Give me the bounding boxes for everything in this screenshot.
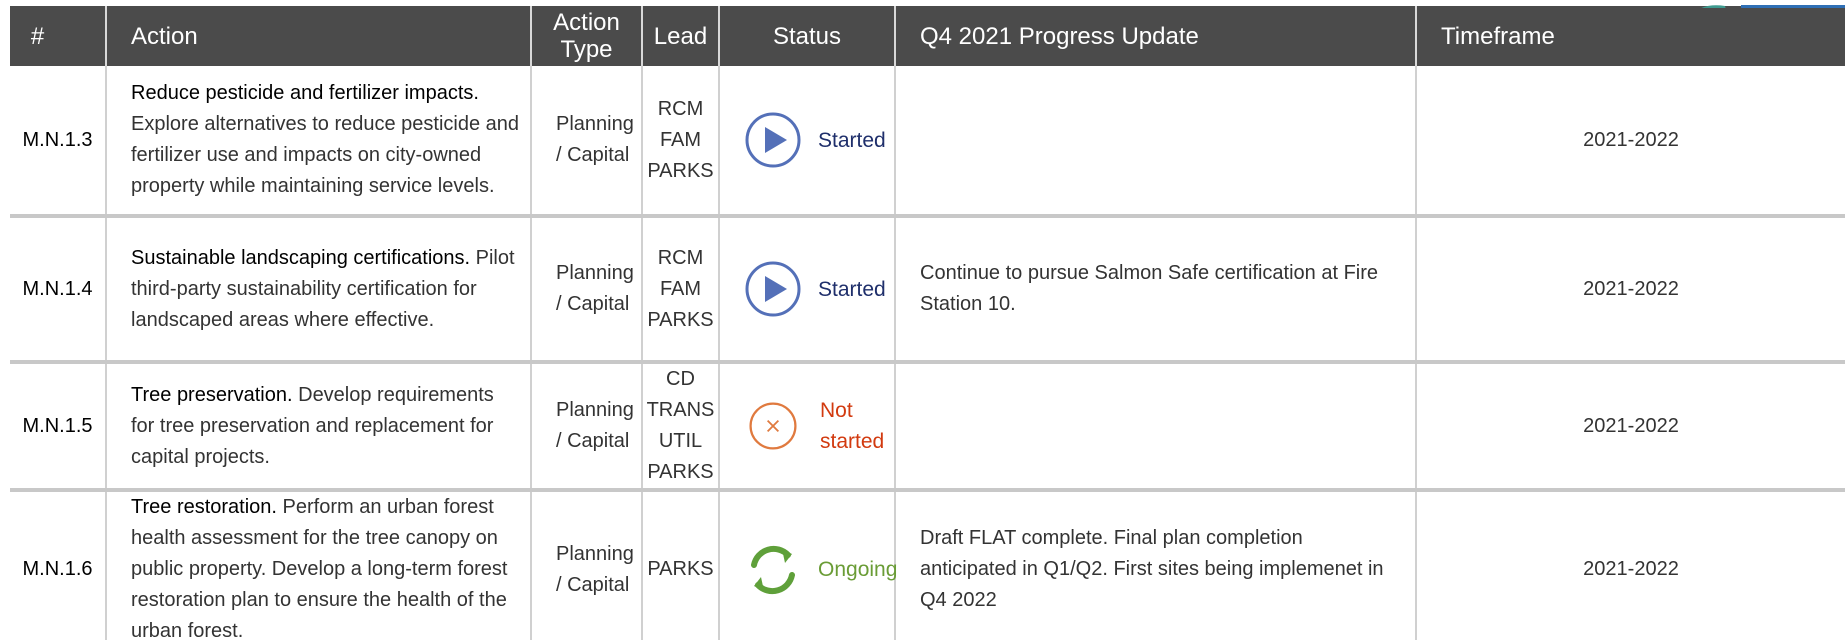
- table-row: M.N.1.6 Tree restoration. Perform an urb…: [10, 490, 1845, 640]
- progress-update: [895, 362, 1417, 492]
- col-header-number: #: [10, 6, 107, 66]
- action-number: M.N.1.4: [10, 216, 107, 364]
- cycle-arrows-icon: [751, 545, 795, 594]
- action-title: Tree preservation.: [131, 383, 293, 406]
- status-cell: Ongoing: [719, 490, 898, 640]
- col-header-action: Action: [106, 6, 532, 66]
- action-type: Planning / Capital: [531, 66, 643, 218]
- timeframe: 2021-2022: [1416, 490, 1845, 640]
- status-label: Ongoing: [818, 558, 898, 581]
- col-header-lead: Lead: [642, 6, 720, 66]
- lead-list: CD TRANS UTIL PARKS: [642, 362, 720, 492]
- timeframe: 2021-2022: [1416, 66, 1845, 218]
- action-description: Reduce pesticide and fertilizer impacts.…: [106, 66, 532, 218]
- action-title: Sustainable landscaping certifications.: [131, 246, 471, 269]
- lead-item: PARKS: [647, 461, 714, 483]
- action-type: Planning / Capital: [531, 490, 643, 640]
- col-header-progress-update: Q4 2021 Progress Update: [895, 6, 1417, 66]
- status-label: Started: [818, 277, 886, 301]
- status-cell: Not started: [719, 362, 896, 492]
- status-label: Started: [818, 128, 886, 152]
- lead-item: FAM: [659, 277, 702, 300]
- status-cell: Started: [719, 66, 896, 218]
- col-header-status: Status: [719, 6, 896, 66]
- col-header-timeframe: Timeframe: [1416, 6, 1845, 66]
- col-header-action-type: Action Type: [531, 6, 643, 66]
- lead-item: TRANS: [646, 399, 715, 421]
- action-description: Sustainable landscaping certifications. …: [106, 216, 532, 364]
- action-number: M.N.1.5: [10, 362, 107, 492]
- status-label: Not started: [820, 399, 885, 453]
- lead-list: RCM FAM PARKS: [642, 216, 720, 364]
- lead-item: FAM: [659, 128, 702, 151]
- x-circle-icon: [749, 402, 797, 450]
- action-type: Planning / Capital: [531, 362, 643, 492]
- action-description: Tree preservation. Develop requirements …: [106, 362, 532, 492]
- lead-item: RCM: [657, 97, 704, 120]
- table-header-row: # Action Action Type Lead Status Q4 2021…: [10, 6, 1845, 66]
- lead-item: CD: [666, 368, 695, 390]
- lead-item: PARKS: [647, 558, 714, 580]
- lead-item: UTIL: [658, 430, 703, 452]
- play-circle-icon: [745, 261, 801, 317]
- play-circle-icon: [745, 112, 801, 168]
- lead-item: RCM: [657, 246, 704, 269]
- city-logo: [1645, 0, 1845, 8]
- table-row: M.N.1.4 Sustainable landscaping certific…: [10, 216, 1845, 364]
- progress-update: Continue to pursue Salmon Safe certifica…: [895, 216, 1417, 364]
- progress-update: Draft FLAT complete. Final plan completi…: [895, 490, 1417, 640]
- lead-list: PARKS: [642, 490, 720, 640]
- action-detail: Explore alternatives to reduce pesticide…: [131, 113, 520, 197]
- action-number: M.N.1.6: [10, 490, 107, 640]
- action-plan-table: # Action Action Type Lead Status Q4 2021…: [10, 6, 1845, 640]
- lead-item: PARKS: [647, 308, 714, 331]
- table-row: M.N.1.3 Reduce pesticide and fertilizer …: [10, 66, 1845, 218]
- action-type: Planning / Capital: [531, 216, 643, 364]
- action-title: Tree restoration.: [131, 496, 277, 518]
- timeframe: 2021-2022: [1416, 362, 1845, 492]
- progress-update: [895, 66, 1417, 218]
- timeframe: 2021-2022: [1416, 216, 1845, 364]
- action-number: M.N.1.3: [10, 66, 107, 218]
- status-cell: Started: [719, 216, 896, 364]
- action-description: Tree restoration. Perform an urban fores…: [106, 490, 532, 640]
- table-row: M.N.1.5 Tree preservation. Develop requi…: [10, 362, 1845, 492]
- action-title: Reduce pesticide and fertilizer impacts.: [131, 82, 479, 104]
- lead-list: RCM FAM PARKS: [642, 66, 720, 218]
- lead-item: PARKS: [647, 159, 714, 182]
